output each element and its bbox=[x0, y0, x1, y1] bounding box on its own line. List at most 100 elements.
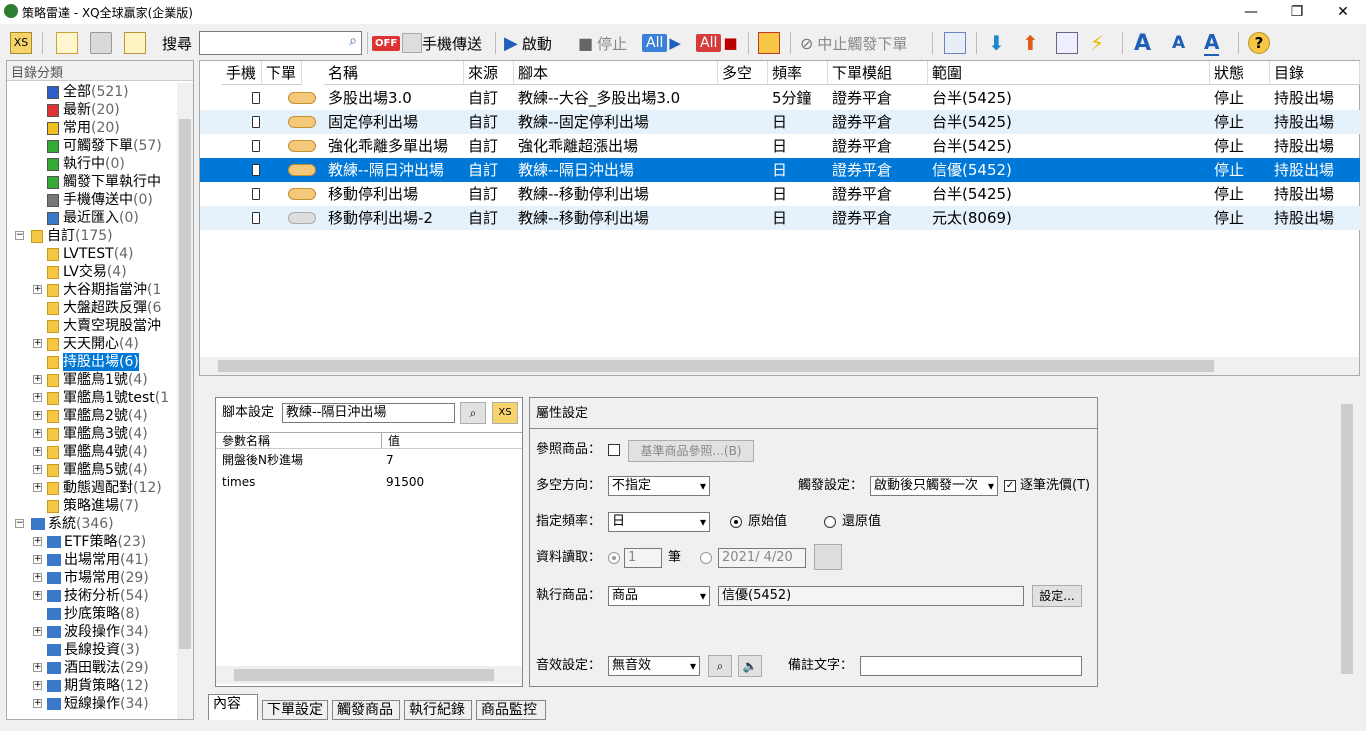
order-toggle-icon[interactable] bbox=[288, 212, 316, 224]
tree-item[interactable]: 大谷期指當沖 (1 bbox=[47, 281, 161, 299]
tree-item[interactable]: 觸發下單執行中 bbox=[47, 173, 161, 191]
tree-expander[interactable]: + bbox=[33, 681, 42, 690]
column-header[interactable]: 下單 bbox=[262, 61, 302, 85]
tree-item[interactable]: 軍艦鳥5號 (4) bbox=[47, 461, 148, 479]
tree-expander[interactable]: + bbox=[33, 627, 42, 636]
tree-item[interactable]: 出場常用 (41) bbox=[47, 551, 149, 569]
tree-item[interactable]: 大賣空現股當沖 bbox=[47, 317, 161, 335]
tree-expander[interactable]: − bbox=[15, 231, 24, 240]
table-row[interactable]: 多股出場3.0 自訂 教練--大谷_多股出場3.0 5分鐘 證券平倉 台半(5425) 停止… bbox=[200, 86, 1360, 110]
tree-item[interactable]: LV交易 (4) bbox=[47, 263, 127, 281]
phone-icon[interactable] bbox=[252, 116, 260, 128]
tree-item[interactable]: 執行中 (0) bbox=[47, 155, 125, 173]
tab-4[interactable]: 商品監控 bbox=[476, 700, 546, 720]
column-header[interactable]: 範圍 bbox=[928, 61, 1210, 85]
order-toggle-icon[interactable] bbox=[288, 92, 316, 104]
search-icon[interactable]: ⌕ bbox=[349, 33, 357, 49]
tree-item[interactable]: ETF策略 (23) bbox=[47, 533, 146, 551]
phone-icon[interactable] bbox=[252, 92, 260, 104]
column-header[interactable]: 頻率 bbox=[768, 61, 828, 85]
font-decrease-icon[interactable]: A bbox=[1172, 33, 1185, 53]
tree-expander[interactable]: + bbox=[33, 411, 42, 420]
tree-item[interactable]: 大盤超跌反彈 (6 bbox=[47, 299, 161, 317]
tree-expander[interactable]: + bbox=[33, 285, 42, 294]
column-header[interactable]: 多空 bbox=[718, 61, 768, 85]
tree-expander[interactable]: + bbox=[33, 339, 42, 348]
exec-settings-button[interactable]: 設定... bbox=[1032, 585, 1082, 607]
stop-trigger-order-button[interactable]: 中止觸發下單 bbox=[817, 33, 907, 54]
upload-icon[interactable]: ⬆ bbox=[1022, 31, 1039, 55]
phone-icon[interactable] bbox=[252, 140, 260, 152]
tree-item[interactable]: 常用 (20) bbox=[47, 119, 120, 137]
order-toggle-icon[interactable] bbox=[288, 116, 316, 128]
sound-select[interactable]: 無音效 bbox=[608, 656, 700, 676]
param-value[interactable]: 7 bbox=[386, 450, 394, 470]
tree-expander[interactable]: + bbox=[33, 591, 42, 600]
minimize-button[interactable]: — bbox=[1228, 0, 1274, 24]
help-icon[interactable]: ? bbox=[1248, 32, 1270, 54]
tree-expander[interactable]: + bbox=[33, 447, 42, 456]
tree-expander[interactable]: + bbox=[33, 393, 42, 402]
reference-product-checkbox[interactable] bbox=[608, 444, 620, 456]
table-row[interactable]: 固定停利出場 自訂 教練--固定停利出場 日 證券平倉 台半(5425) 停止 持股出場 bbox=[200, 110, 1360, 134]
tree-expander[interactable]: − bbox=[15, 519, 24, 528]
new-strategy-icon[interactable] bbox=[56, 32, 78, 54]
sound-browse-button[interactable]: ⌕ bbox=[708, 655, 732, 677]
script-name-field[interactable]: 教練--隔日沖出場 bbox=[282, 403, 455, 423]
order-toggle-icon[interactable] bbox=[288, 188, 316, 200]
table-row[interactable]: 移動停利出場-2 自訂 教練--移動停利出場 日 證券平倉 元太(8069) 停止 持股出場 bbox=[200, 206, 1360, 230]
start-button[interactable]: 啟動 bbox=[522, 33, 552, 54]
tree-item[interactable]: 策略進場 (7) bbox=[47, 497, 139, 515]
tree-item[interactable]: 最近匯入 (0) bbox=[47, 209, 139, 227]
start-icon[interactable]: ▶ bbox=[504, 33, 518, 54]
tree-vertical-scrollbar[interactable] bbox=[177, 83, 193, 719]
bars-count-field[interactable]: 1 bbox=[624, 548, 662, 568]
tree-expander[interactable]: + bbox=[33, 483, 42, 492]
tree-expander[interactable]: + bbox=[33, 573, 42, 582]
tree-expander[interactable]: + bbox=[33, 555, 42, 564]
tree-item[interactable]: 最新 (20) bbox=[47, 101, 120, 119]
tree-item[interactable]: 全部 (521) bbox=[47, 83, 129, 101]
column-header[interactable]: 目錄 bbox=[1270, 61, 1360, 85]
xs-edit-button[interactable]: XS bbox=[492, 402, 518, 424]
close-button[interactable]: ✕ bbox=[1320, 0, 1366, 24]
lightning-icon[interactable]: ⚡ bbox=[1090, 31, 1104, 55]
date-radio[interactable] bbox=[700, 552, 712, 564]
tree-item[interactable]: 軍艦鳥2號 (4) bbox=[47, 407, 148, 425]
phone-icon[interactable] bbox=[252, 164, 260, 176]
sound-play-button[interactable]: 🔈 bbox=[738, 655, 762, 677]
reference-product-button[interactable]: 基準商品參照...(B) bbox=[628, 440, 754, 462]
column-header[interactable]: 下單模組 bbox=[828, 61, 928, 85]
column-header[interactable]: 手機 bbox=[222, 61, 262, 85]
tree-item[interactable]: 波段操作 (34) bbox=[47, 623, 149, 641]
tree-item[interactable]: 手機傳送中 (0) bbox=[47, 191, 153, 209]
script-search-button[interactable]: ⌕ bbox=[460, 402, 486, 424]
side-select[interactable]: 不指定 bbox=[608, 476, 710, 496]
column-header[interactable]: 名稱 bbox=[324, 61, 464, 85]
restore-value-radio[interactable] bbox=[824, 516, 836, 528]
column-header[interactable]: 狀態 bbox=[1210, 61, 1270, 85]
exec-product-select[interactable]: 商品 bbox=[608, 586, 710, 606]
bars-radio[interactable] bbox=[608, 552, 620, 564]
phone-send-off-badge[interactable]: OFF bbox=[372, 35, 401, 51]
phone-toggle-icon[interactable] bbox=[402, 33, 423, 53]
tree-item[interactable]: 軍艦鳥4號 (4) bbox=[47, 443, 148, 461]
column-header[interactable]: 來源 bbox=[464, 61, 514, 85]
stop-button[interactable]: 停止 bbox=[597, 33, 627, 54]
tree-item[interactable]: 長線投資 (3) bbox=[47, 641, 140, 659]
tree-expander[interactable]: + bbox=[33, 375, 42, 384]
copy-icon[interactable] bbox=[124, 32, 146, 54]
tree-item[interactable]: 酒田戰法 (29) bbox=[47, 659, 149, 677]
report-icon[interactable] bbox=[944, 32, 966, 54]
tab-1[interactable]: 下單設定 bbox=[262, 700, 328, 720]
tree-expander[interactable]: + bbox=[33, 429, 42, 438]
trigger-select[interactable]: 啟動後只觸發一次 bbox=[870, 476, 998, 496]
order-toggle-icon[interactable] bbox=[288, 164, 316, 176]
tree-item[interactable]: 動態週配對 (12) bbox=[47, 479, 162, 497]
table-row[interactable]: 移動停利出場 自訂 教練--移動停利出場 日 證券平倉 台半(5425) 停止 持股出場 bbox=[200, 182, 1360, 206]
stop-trigger-icon[interactable]: ⊘ bbox=[800, 34, 813, 53]
tree-item[interactable]: 抄底策略 (8) bbox=[47, 605, 140, 623]
delete-icon[interactable] bbox=[90, 32, 112, 54]
tree-item[interactable]: 可觸發下單 (57) bbox=[47, 137, 162, 155]
tree-item[interactable]: 期貨策略 (12) bbox=[47, 677, 149, 695]
